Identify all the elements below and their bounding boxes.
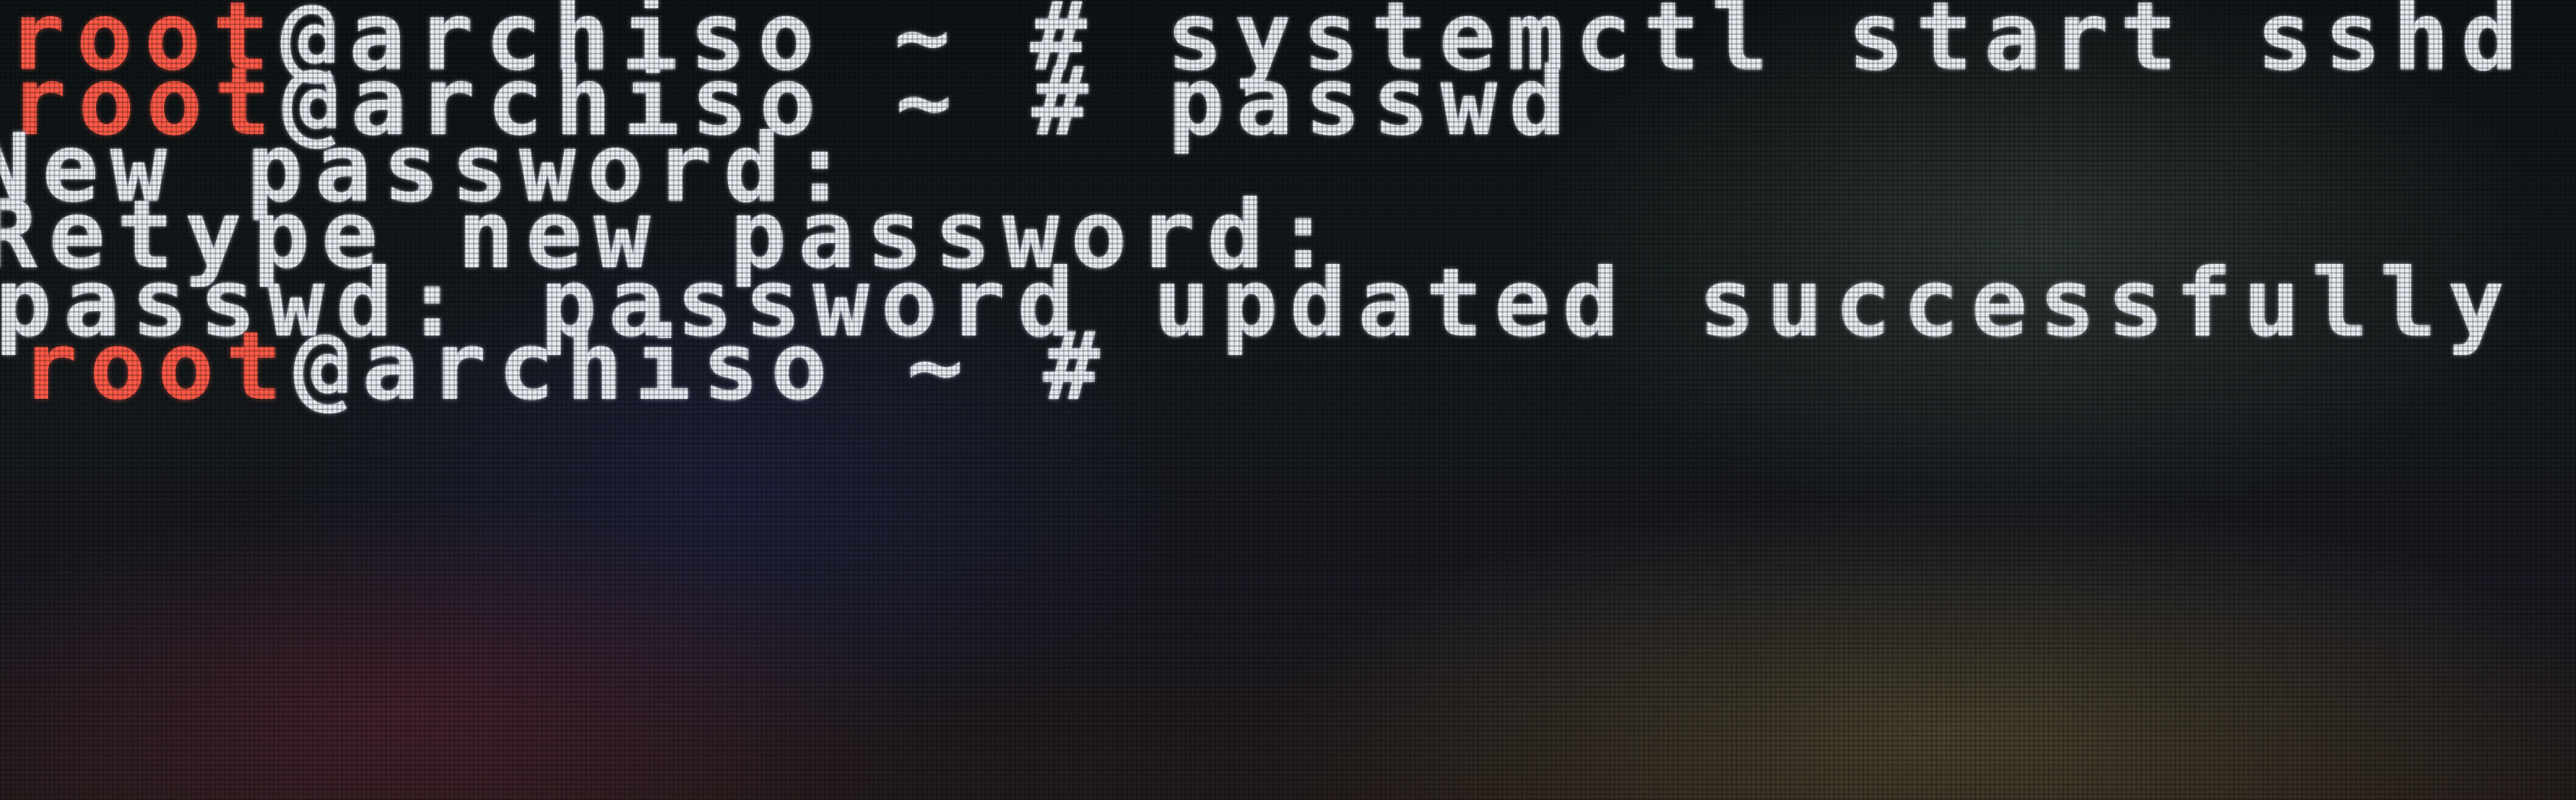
prompt-tilde: ~ — [906, 312, 975, 422]
command-text: passwd — [1168, 47, 1577, 157]
prompt-hash: # — [1031, 47, 1100, 157]
terminal-line-prompt[interactable]: root@archiso ~ # — [21, 320, 1111, 414]
prompt-tilde: ~ — [895, 47, 964, 157]
console-terminal[interactable]: root@archiso ~ # systemctl start sshd ro… — [0, 0, 2576, 800]
prompt-user: root — [21, 312, 294, 422]
prompt-host: @archiso — [293, 312, 839, 422]
terminal-screen: root@archiso ~ # systemctl start sshd ro… — [0, 0, 2576, 800]
prompt-hash: # — [1043, 312, 1112, 422]
